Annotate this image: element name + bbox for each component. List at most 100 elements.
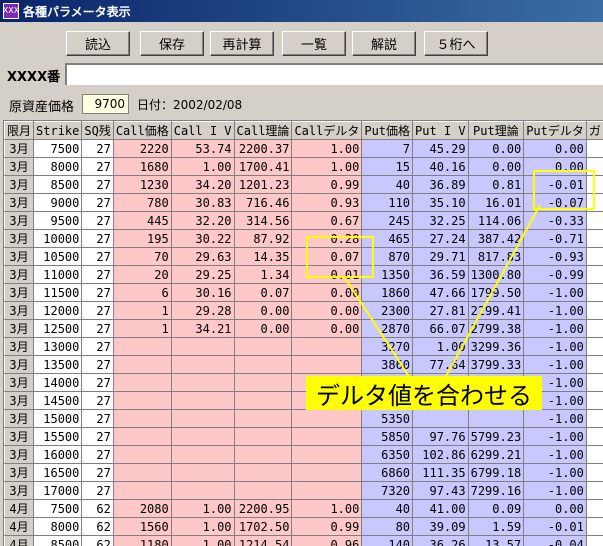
table-cell[interactable]: 2300 (361, 301, 414, 320)
table-cell[interactable]: 3799.33 (467, 355, 525, 374)
table-cell[interactable] (112, 427, 172, 446)
table-cell[interactable] (112, 373, 172, 392)
table-cell[interactable]: 245 (361, 211, 414, 230)
table-cell[interactable]: 27.81 (412, 301, 469, 320)
table-cell[interactable]: 40 (361, 175, 414, 194)
table-cell[interactable]: 36.26 (412, 535, 469, 546)
table-cell[interactable] (170, 463, 235, 482)
table-cell[interactable]: 445 (112, 211, 172, 230)
table-cell[interactable]: 27 (81, 409, 114, 428)
table-cell[interactable]: 29.63 (170, 247, 235, 266)
table-cell[interactable]: 1214.54 (233, 535, 293, 546)
table-cell[interactable] (233, 409, 293, 428)
table-cell[interactable]: 0.99 (291, 517, 363, 536)
table-cell[interactable] (585, 481, 603, 500)
table-cell[interactable] (112, 391, 172, 410)
table-cell[interactable]: 387.42 (467, 229, 525, 248)
table-cell[interactable]: -1.00 (523, 409, 587, 428)
table-cell[interactable] (170, 427, 235, 446)
table-cell[interactable]: 1.00 (170, 499, 235, 518)
table-cell[interactable]: 27 (81, 481, 114, 500)
table-cell[interactable] (585, 265, 603, 284)
table-cell[interactable]: 36.89 (412, 175, 469, 194)
table-cell[interactable]: -1.00 (523, 319, 587, 338)
table-cell[interactable]: 2870 (361, 319, 414, 338)
row-header-cell[interactable]: 3月 (4, 211, 35, 230)
table-cell[interactable]: 11000 (33, 265, 83, 284)
table-cell[interactable]: 0.00 (233, 301, 293, 320)
table-cell[interactable] (291, 427, 363, 446)
table-cell[interactable] (467, 409, 525, 428)
row-header-cell[interactable]: 3月 (4, 391, 35, 410)
table-cell[interactable]: 0.00 (291, 319, 363, 338)
table-cell[interactable]: 1.00 (291, 139, 363, 158)
row-header-cell[interactable]: 4月 (4, 535, 35, 546)
row-header-cell[interactable]: 3月 (4, 445, 35, 464)
table-cell[interactable]: 32.20 (170, 211, 235, 230)
table-cell[interactable]: 36.59 (412, 265, 469, 284)
row-header-cell[interactable]: 3月 (4, 139, 35, 158)
table-cell[interactable]: 9500 (33, 211, 83, 230)
table-cell[interactable]: 27 (81, 211, 114, 230)
table-cell[interactable]: 40 (361, 499, 414, 518)
table-cell[interactable] (585, 409, 603, 428)
row-header-cell[interactable]: 3月 (4, 481, 35, 500)
column-header[interactable]: Put I V (412, 121, 469, 140)
table-cell[interactable]: 7299.16 (467, 481, 525, 500)
table-cell[interactable]: 15 (361, 157, 414, 176)
column-header[interactable]: Call I V (170, 121, 235, 140)
table-cell[interactable]: 2799.38 (467, 319, 525, 338)
table-cell[interactable]: 34.21 (170, 319, 235, 338)
table-cell[interactable]: 102.86 (412, 445, 469, 464)
table-cell[interactable]: 1560 (112, 517, 172, 536)
table-cell[interactable] (585, 229, 603, 248)
table-cell[interactable]: -1.00 (523, 481, 587, 500)
table-cell[interactable]: 716.46 (233, 193, 293, 212)
table-cell[interactable]: 80 (361, 517, 414, 536)
table-cell[interactable]: 111.35 (412, 463, 469, 482)
table-cell[interactable]: -0.04 (523, 535, 587, 546)
table-cell[interactable]: 1 (112, 319, 172, 338)
table-cell[interactable]: 27.24 (412, 229, 469, 248)
table-cell[interactable]: 13.57 (467, 535, 525, 546)
column-header[interactable]: Put価格 (361, 121, 414, 140)
table-cell[interactable]: 15000 (33, 409, 83, 428)
table-cell[interactable]: 5799.23 (467, 427, 525, 446)
column-header[interactable]: Callデルタ (291, 121, 363, 140)
column-header[interactable]: Call価格 (112, 121, 172, 140)
table-cell[interactable]: 16.01 (467, 193, 525, 212)
table-cell[interactable] (585, 391, 603, 410)
table-cell[interactable]: 0.99 (291, 175, 363, 194)
table-cell[interactable]: 27 (81, 247, 114, 266)
table-cell[interactable]: 1.34 (233, 265, 293, 284)
explanation-button[interactable]: 解説 (352, 31, 416, 56)
table-cell[interactable]: -0.99 (523, 265, 587, 284)
table-cell[interactable]: 66.07 (412, 319, 469, 338)
table-cell[interactable] (112, 355, 172, 374)
table-cell[interactable] (233, 391, 293, 410)
table-cell[interactable]: 0.00 (233, 319, 293, 338)
table-cell[interactable] (233, 373, 293, 392)
table-cell[interactable]: 1.00 (170, 157, 235, 176)
load-button[interactable]: 読込 (66, 31, 130, 56)
table-cell[interactable]: 780 (112, 193, 172, 212)
parameter-grid[interactable]: 限月 Strike SQ残 Call価格 Call I V Call理論 Callデルタ Pu… (3, 120, 603, 546)
row-header-cell[interactable]: 4月 (4, 499, 35, 518)
table-cell[interactable]: 10500 (33, 247, 83, 266)
table-cell[interactable] (233, 445, 293, 464)
table-cell[interactable]: 34.20 (170, 175, 235, 194)
table-cell[interactable] (291, 445, 363, 464)
table-cell[interactable]: 1.00 (291, 499, 363, 518)
table-cell[interactable] (233, 355, 293, 374)
table-cell[interactable]: 7320 (361, 481, 414, 500)
table-cell[interactable]: 1702.50 (233, 517, 293, 536)
table-cell[interactable]: 1700.41 (233, 157, 293, 176)
table-cell[interactable]: 195 (112, 229, 172, 248)
table-cell[interactable]: 2200.37 (233, 139, 293, 158)
table-cell[interactable] (170, 481, 235, 500)
table-cell[interactable] (291, 337, 363, 356)
table-cell[interactable] (585, 247, 603, 266)
table-cell[interactable]: 27 (81, 337, 114, 356)
row-header-cell[interactable]: 3月 (4, 409, 35, 428)
table-cell[interactable]: 0.00 (291, 283, 363, 302)
